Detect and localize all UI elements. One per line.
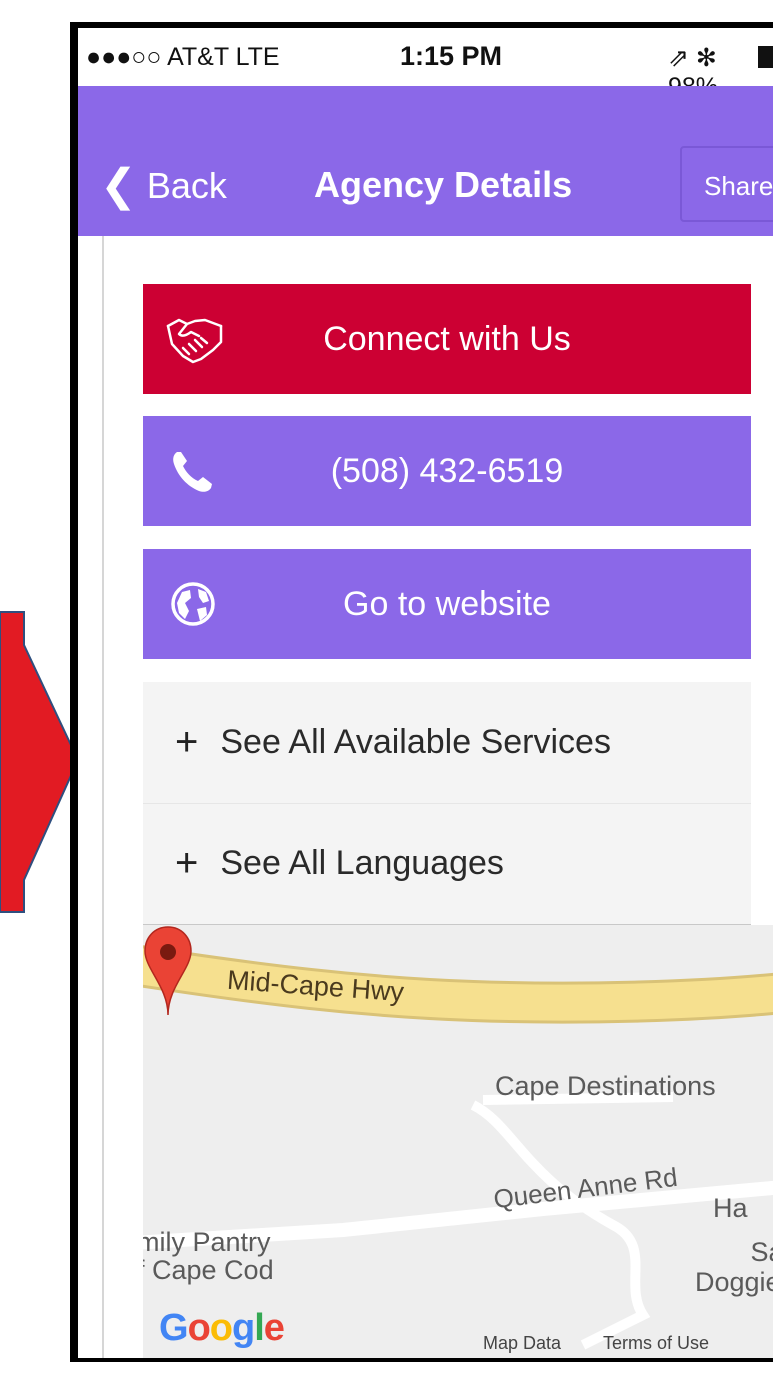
- map-label-doggie: Sanc Doggie Pl: [695, 1237, 773, 1297]
- map-label-pantry: mily Pantry f Cape Cod: [143, 1228, 274, 1284]
- battery-icon: [758, 46, 773, 68]
- website-label: Go to website: [343, 584, 551, 623]
- details-accordion: + See All Available Services + See All L…: [143, 682, 751, 926]
- phone-screen: ●●●○○ AT&T LTE 1:15 PM ⇗ ✻ 98% ❮ Back Ag…: [78, 28, 773, 1358]
- map-data-link[interactable]: Map Data: [483, 1333, 561, 1354]
- map-pin-icon[interactable]: [143, 925, 193, 1017]
- back-button[interactable]: ❮ Back: [100, 164, 227, 208]
- doggie-line-2: Doggie Pl: [695, 1267, 773, 1297]
- map-label-cape-destinations: Cape Destinations: [495, 1071, 716, 1101]
- plus-icon: +: [175, 841, 199, 885]
- doggie-line-1: Sanc: [750, 1237, 773, 1267]
- status-bar: ●●●○○ AT&T LTE 1:15 PM ⇗ ✻ 98%: [78, 28, 773, 101]
- chevron-left-icon: ❮: [100, 161, 137, 210]
- carrier-signal: ●●●○○ AT&T LTE: [86, 43, 280, 71]
- status-time: 1:15 PM: [400, 41, 503, 71]
- services-label: See All Available Services: [220, 723, 611, 761]
- page-title: Agency Details: [314, 164, 573, 205]
- phone-label: (508) 432-6519: [330, 451, 564, 490]
- pantry-line-2: f Cape Cod: [143, 1255, 274, 1285]
- connect-label: Connect with Us: [323, 319, 571, 358]
- left-divider: [102, 236, 104, 1358]
- google-logo: Google: [159, 1307, 285, 1349]
- back-label: Back: [146, 165, 227, 206]
- services-toggle[interactable]: + See All Available Services: [143, 682, 751, 804]
- plus-icon: +: [175, 720, 199, 764]
- website-button[interactable]: Go to website: [143, 549, 751, 659]
- map-label-partial: Ha: [713, 1193, 748, 1223]
- navigation-bar: ❮ Back Agency Details Share: [78, 86, 773, 236]
- languages-toggle[interactable]: + See All Languages: [143, 803, 751, 926]
- terms-link[interactable]: Terms of Use: [603, 1333, 709, 1354]
- pantry-line-1: mily Pantry: [143, 1227, 271, 1257]
- phone-button[interactable]: (508) 432-6519: [143, 416, 751, 526]
- connect-button[interactable]: Connect with Us: [143, 284, 751, 394]
- share-button[interactable]: Share: [680, 146, 773, 222]
- languages-label: See All Languages: [220, 844, 504, 882]
- agency-content: Connect with Us (508) 432-6519 Go to web…: [78, 236, 773, 1358]
- location-map[interactable]: Mid-Cape Hwy Cape Destinations Queen Ann…: [143, 925, 773, 1358]
